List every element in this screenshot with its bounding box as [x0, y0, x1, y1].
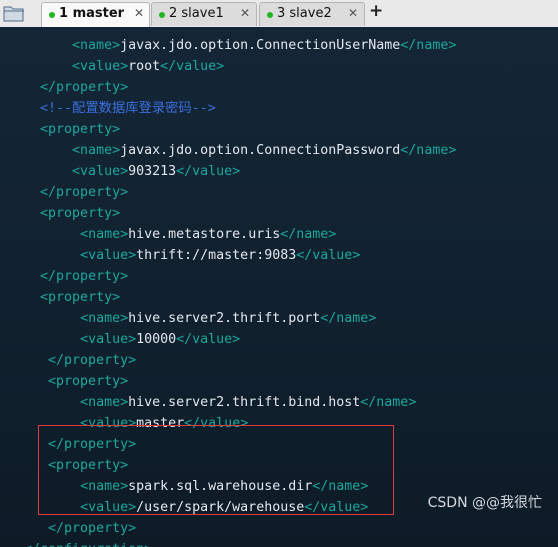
code-line: </property> — [8, 518, 136, 539]
value-text: thrift://master:9083 — [136, 248, 297, 263]
close-tag: </name> — [320, 311, 377, 326]
comment-text: <!--配置数据库登录密码--> — [40, 101, 216, 116]
open-tag: <property> — [40, 290, 121, 305]
value-text: javax.jdo.option.ConnectionUserName — [120, 38, 401, 53]
open-tag: <name> — [80, 311, 129, 326]
code-line: <!--配置数据库登录密码--> — [8, 98, 216, 119]
value-text: 903213 — [128, 164, 177, 179]
close-tag: </value> — [296, 248, 361, 263]
tab-slave1[interactable]: 2 slave1 ✕ — [151, 2, 257, 26]
value-text: 10000 — [136, 332, 177, 347]
open-tag: </property> — [40, 185, 129, 200]
open-tag: </property> — [48, 353, 137, 368]
code-line: <name>hive.server2.thrift.bind.host</nam… — [8, 392, 416, 413]
code-line: <name>javax.jdo.option.ConnectionPasswor… — [8, 140, 456, 161]
close-tag: </name> — [280, 227, 337, 242]
code-line: </configuration> — [8, 539, 152, 547]
close-tag: </name> — [400, 143, 457, 158]
status-dot-icon — [49, 12, 55, 18]
open-tag: </property> — [48, 521, 137, 536]
open-tag: <property> — [40, 206, 121, 221]
close-icon[interactable]: ✕ — [348, 6, 358, 20]
value-text: hive.server2.thrift.port — [128, 311, 321, 326]
open-tag: <property> — [40, 122, 121, 137]
code-line: <property> — [8, 119, 120, 140]
highlight-box — [38, 425, 394, 515]
value-text: javax.jdo.option.ConnectionPassword — [120, 143, 401, 158]
close-tag: </value> — [176, 332, 241, 347]
code-line: <value>903213</value> — [8, 161, 240, 182]
open-tag: <value> — [72, 59, 129, 74]
code-line: <value>root</value> — [8, 56, 224, 77]
open-tag: <value> — [80, 332, 137, 347]
tab-bar: 1 master ✕ 2 slave1 ✕ 3 slave2 ✕ + — [0, 0, 558, 28]
watermark: CSDN @@我很忙 — [427, 495, 542, 511]
code-line: </property> — [8, 266, 128, 287]
open-tag: <name> — [72, 38, 121, 53]
close-tag: </name> — [360, 395, 417, 410]
value-text: hive.server2.thrift.bind.host — [128, 395, 361, 410]
open-tag: <value> — [80, 248, 137, 263]
code-line: <name>javax.jdo.option.ConnectionUserNam… — [8, 35, 456, 56]
open-tag: <property> — [48, 374, 129, 389]
open-tag: </property> — [40, 80, 129, 95]
code-line: </property> — [8, 182, 128, 203]
status-dot-icon — [267, 12, 273, 18]
code-line: <property> — [8, 203, 120, 224]
code-line: <name>hive.server2.thrift.port</name> — [8, 308, 376, 329]
tab-slave2[interactable]: 3 slave2 ✕ — [259, 2, 365, 26]
tab-label: 2 slave1 — [169, 6, 224, 21]
close-icon[interactable]: ✕ — [134, 6, 144, 20]
code-line: </property> — [8, 77, 128, 98]
code-line: <property> — [8, 371, 128, 392]
open-tag: <name> — [80, 395, 129, 410]
tab-master[interactable]: 1 master ✕ — [41, 2, 150, 28]
code-line: </property> — [8, 350, 136, 371]
open-tag: <name> — [72, 143, 121, 158]
code-line: <name>hive.metastore.uris</name> — [8, 224, 336, 245]
code-line: <value>thrift://master:9083</value> — [8, 245, 360, 266]
open-tag: <name> — [80, 227, 129, 242]
plus-icon[interactable]: + — [369, 1, 383, 21]
value-text: hive.metastore.uris — [128, 227, 281, 242]
open-tag: <value> — [72, 164, 129, 179]
code-line: <property> — [8, 287, 120, 308]
folder-icon[interactable] — [3, 4, 25, 22]
tab-label: 3 slave2 — [277, 6, 332, 21]
code-line: <value>10000</value> — [8, 329, 240, 350]
close-tag: </value> — [176, 164, 241, 179]
close-tag: </value> — [160, 59, 225, 74]
tab-label: 1 master — [59, 6, 125, 21]
open-tag: </configuration> — [24, 542, 152, 547]
open-tag: </property> — [40, 269, 129, 284]
close-tag: </name> — [400, 38, 457, 53]
value-text: root — [128, 59, 161, 74]
status-dot-icon — [159, 12, 165, 18]
close-icon[interactable]: ✕ — [240, 6, 250, 20]
